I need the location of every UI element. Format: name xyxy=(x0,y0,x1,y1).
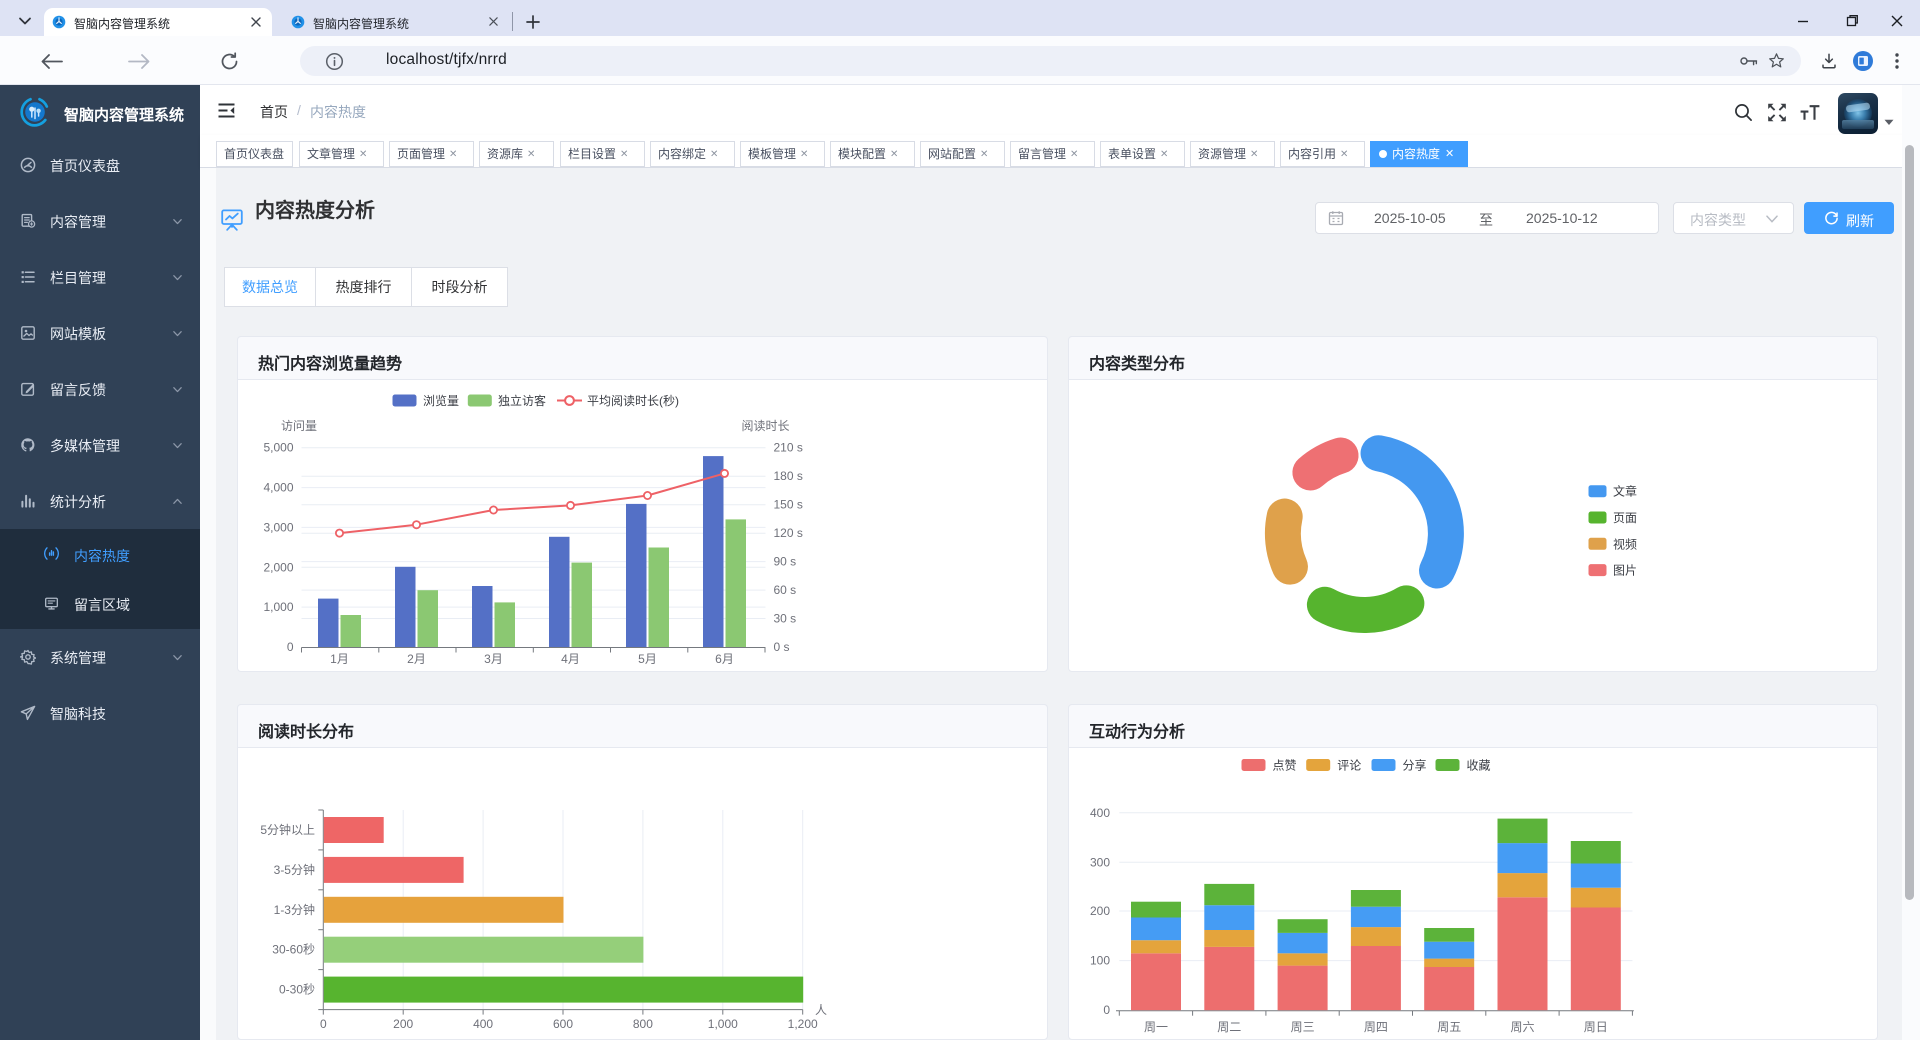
svg-text:1月: 1月 xyxy=(330,652,349,666)
svg-text:浏览量: 浏览量 xyxy=(423,393,459,408)
svg-text:60 s: 60 s xyxy=(774,583,797,597)
svg-text:评论: 评论 xyxy=(1337,759,1361,773)
svg-text:30 s: 30 s xyxy=(774,612,797,626)
svg-text:人: 人 xyxy=(815,1003,827,1017)
svg-text:平均阅读时长(秒): 平均阅读时长(秒) xyxy=(587,394,679,408)
svg-text:访问量: 访问量 xyxy=(281,419,317,433)
svg-text:300: 300 xyxy=(1090,855,1110,869)
svg-text:2,000: 2,000 xyxy=(263,560,293,574)
svg-text:600: 600 xyxy=(553,1017,573,1031)
svg-text:4,000: 4,000 xyxy=(263,481,293,495)
svg-text:200: 200 xyxy=(393,1017,413,1031)
svg-text:文章: 文章 xyxy=(1613,484,1637,499)
svg-text:页面: 页面 xyxy=(1613,511,1637,525)
svg-text:0: 0 xyxy=(320,1017,327,1031)
svg-text:90 s: 90 s xyxy=(774,555,797,569)
svg-text:图片: 图片 xyxy=(1613,564,1637,578)
svg-text:1-3分钟: 1-3分钟 xyxy=(274,902,315,917)
svg-text:周五: 周五 xyxy=(1437,1020,1461,1034)
svg-text:视频: 视频 xyxy=(1613,536,1637,551)
svg-text:阅读时长: 阅读时长 xyxy=(741,419,789,433)
svg-text:2月: 2月 xyxy=(407,652,426,666)
svg-text:4月: 4月 xyxy=(561,652,580,666)
svg-text:周日: 周日 xyxy=(1584,1020,1608,1034)
svg-text:3-5分钟: 3-5分钟 xyxy=(274,862,315,877)
svg-text:点赞: 点赞 xyxy=(1273,759,1297,773)
svg-text:周三: 周三 xyxy=(1291,1020,1315,1034)
svg-text:6月: 6月 xyxy=(715,652,734,666)
svg-text:800: 800 xyxy=(633,1017,653,1031)
svg-text:120 s: 120 s xyxy=(774,526,803,540)
svg-text:周二: 周二 xyxy=(1217,1020,1241,1034)
svg-text:1,000: 1,000 xyxy=(708,1017,738,1031)
svg-text:0 s: 0 s xyxy=(774,640,790,654)
svg-text:3月: 3月 xyxy=(484,652,503,666)
svg-text:180 s: 180 s xyxy=(774,469,803,483)
svg-text:5分钟以上: 5分钟以上 xyxy=(260,822,315,837)
svg-text:5月: 5月 xyxy=(638,652,657,666)
svg-text:30-60秒: 30-60秒 xyxy=(272,943,315,957)
svg-text:200: 200 xyxy=(1090,904,1110,918)
svg-text:0: 0 xyxy=(287,640,294,654)
svg-text:收藏: 收藏 xyxy=(1467,759,1491,773)
svg-text:1,200: 1,200 xyxy=(788,1017,818,1031)
svg-text:1,000: 1,000 xyxy=(263,600,293,614)
svg-text:400: 400 xyxy=(473,1017,493,1031)
svg-text:分享: 分享 xyxy=(1403,758,1427,773)
svg-text:周六: 周六 xyxy=(1510,1020,1534,1034)
svg-text:400: 400 xyxy=(1090,806,1110,820)
svg-text:周一: 周一 xyxy=(1144,1020,1168,1034)
svg-text:3,000: 3,000 xyxy=(263,520,293,534)
svg-text:周四: 周四 xyxy=(1364,1020,1388,1034)
svg-text:5,000: 5,000 xyxy=(263,441,293,455)
svg-text:0-30秒: 0-30秒 xyxy=(279,983,315,997)
svg-text:0: 0 xyxy=(1103,1003,1110,1017)
svg-text:150 s: 150 s xyxy=(774,498,803,512)
svg-text:独立访客: 独立访客 xyxy=(498,393,546,408)
svg-text:100: 100 xyxy=(1090,954,1110,968)
svg-text:210 s: 210 s xyxy=(774,441,803,455)
